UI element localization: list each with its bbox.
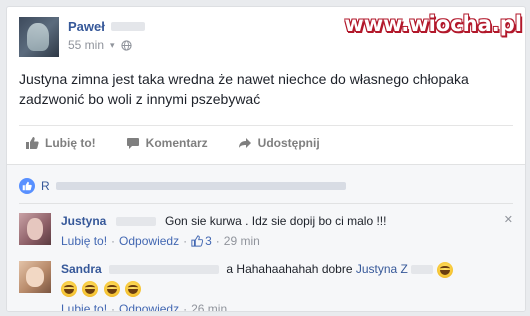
post-author-name[interactable]: Paweł	[68, 19, 105, 34]
thumbs-up-icon	[26, 137, 39, 149]
laughing-emoji-icon	[125, 280, 142, 297]
comments-divider	[19, 203, 513, 204]
comment-like-link[interactable]: Lubię to!	[61, 301, 107, 311]
like-count-value: 3	[205, 234, 212, 248]
post-time[interactable]: 55 min	[68, 38, 104, 52]
share-button[interactable]: Udostępnij	[232, 136, 320, 150]
like-reaction-icon	[19, 178, 35, 194]
globe-icon	[120, 39, 132, 51]
separator-dot: ·	[215, 234, 220, 248]
comment-text-prefix: a	[226, 262, 234, 276]
comment-line: Sandra a Hahahaahahah dobre Justyna Z	[61, 261, 455, 278]
comment-line: Justyna Gon sie kurwa . Idz sie dopij bo…	[61, 213, 386, 229]
comment-text: Gon sie kurwa . Idz sie dopij bo ci malo…	[165, 214, 387, 228]
separator-dot: ·	[183, 234, 188, 248]
separator-dot: ·	[111, 234, 116, 248]
avatar-face	[27, 218, 43, 240]
thumbs-up-icon	[22, 181, 32, 191]
laughing-emoji-icon	[61, 280, 77, 297]
avatar-blur	[27, 23, 49, 51]
comment-author[interactable]: Sandra	[61, 262, 102, 276]
comment-button[interactable]: Komentarz	[120, 136, 208, 150]
watermark: www.wiocha.pl	[344, 12, 522, 36]
share-label: Udostępnij	[257, 136, 320, 150]
comment-like-link[interactable]: Lubię to!	[61, 233, 107, 249]
post-card: Paweł 55 min ▾ Justyna zimna jest taka w…	[6, 6, 526, 312]
author-avatar[interactable]	[19, 17, 59, 57]
like-button[interactable]: Lubię to!	[19, 136, 96, 150]
speech-bubble-icon	[126, 138, 139, 149]
reactions-text: R	[41, 179, 346, 193]
reactions-summary[interactable]: R	[19, 175, 513, 197]
post-meta: 55 min ▾	[68, 38, 145, 52]
comment-label: Komentarz	[145, 136, 208, 150]
redacted-surname	[115, 217, 156, 227]
chevron-down-icon[interactable]: ▾	[110, 40, 115, 51]
share-arrow-icon	[238, 138, 251, 148]
comment-text: Hahahaahahah dobre	[236, 262, 353, 276]
post-header: Paweł 55 min ▾	[19, 17, 145, 59]
separator-dot: ·	[111, 301, 116, 312]
laughing-emoji-icon	[103, 280, 120, 297]
redacted-mention-surname	[411, 265, 434, 275]
comment-actions: Lubię to! · Odpowiedz · 3 · 29 min	[61, 233, 386, 249]
laughing-emoji-icon	[436, 261, 453, 278]
comment-item: Justyna Gon sie kurwa . Idz sie dopij bo…	[19, 213, 513, 249]
comment-avatar[interactable]	[19, 213, 51, 245]
post-author[interactable]: Paweł	[68, 19, 145, 34]
comment-mention[interactable]: Justyna Z	[356, 262, 408, 276]
comment-reply-link[interactable]: Odpowiedz	[119, 233, 179, 249]
comment-like-count[interactable]: 3	[191, 233, 212, 249]
comment-item: Sandra a Hahahaahahah dobre Justyna Z Lu…	[19, 261, 513, 312]
comment-body: Sandra a Hahahaahahah dobre Justyna Z Lu…	[61, 261, 455, 312]
emoji-row	[61, 280, 455, 297]
redacted-surname	[110, 22, 145, 31]
post-actions-bar: Lubię to! Komentarz Udostępnij	[19, 125, 513, 160]
comment-time[interactable]: 26 min	[191, 301, 227, 311]
separator-dot: ·	[183, 301, 188, 312]
comments-section: R Justyna Gon sie kurwa . Idz sie dopij …	[7, 164, 525, 312]
laughing-emoji-icon	[82, 280, 99, 297]
avatar-face	[26, 267, 44, 287]
comment-body: Justyna Gon sie kurwa . Idz sie dopij bo…	[61, 213, 386, 249]
comment-reply-link[interactable]: Odpowiedz	[119, 301, 179, 311]
comment-author[interactable]: Justyna	[61, 214, 106, 228]
close-icon[interactable]: ✕	[504, 213, 513, 226]
comment-time[interactable]: 29 min	[224, 233, 260, 249]
screenshot-frame: www.wiocha.pl Paweł 55 min ▾ Justyna zim…	[0, 0, 530, 316]
post-text: Justyna zimna jest taka wredna że nawet …	[19, 71, 469, 107]
comment-avatar[interactable]	[19, 261, 51, 293]
post-header-text: Paweł 55 min ▾	[68, 17, 145, 52]
comment-actions: Lubię to! · Odpowiedz · 26 min	[61, 301, 455, 312]
thumbs-up-icon	[191, 235, 204, 247]
reactions-prefix: R	[41, 179, 50, 193]
redacted-surname	[109, 265, 220, 275]
like-label: Lubię to!	[45, 136, 96, 150]
redacted-reaction-names	[55, 182, 346, 190]
